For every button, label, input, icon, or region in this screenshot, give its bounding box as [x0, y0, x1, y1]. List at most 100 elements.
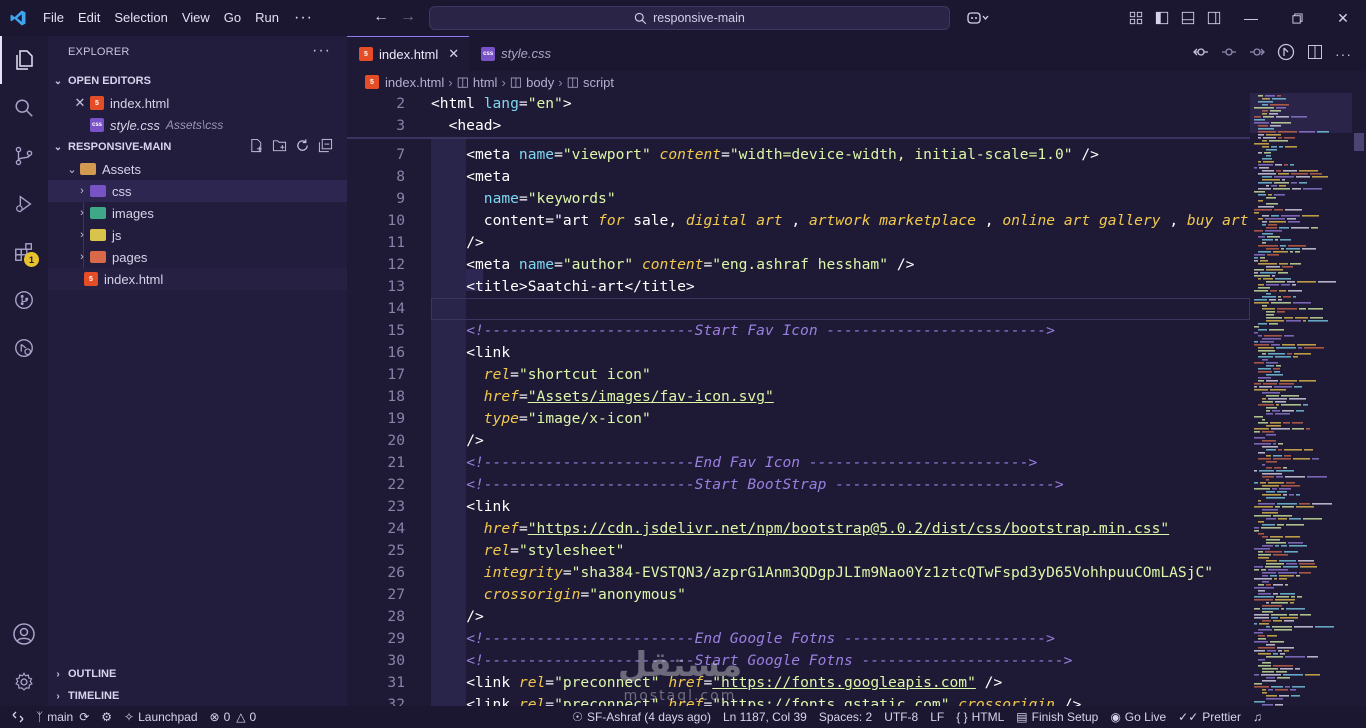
timeline-compare-icon[interactable]: [1221, 44, 1237, 63]
close-window-button[interactable]: ✕: [1320, 0, 1366, 36]
breadcrumb-item[interactable]: ◫ script: [567, 74, 614, 90]
breadcrumb-item[interactable]: ◫ html: [457, 74, 498, 90]
prettier-status[interactable]: ✓✓ Prettier: [1172, 706, 1247, 728]
new-folder-icon[interactable]: [272, 138, 287, 156]
menu-view[interactable]: View: [175, 0, 217, 36]
code-line[interactable]: 29 <!------------------------End Google F…: [347, 628, 1250, 650]
open-changes-icon[interactable]: [1193, 44, 1209, 63]
finish-setup-status[interactable]: ▤ Finish Setup: [1010, 706, 1104, 728]
restore-button[interactable]: [1274, 0, 1320, 36]
code-line[interactable]: 19 type="image/x-icon": [347, 408, 1250, 430]
menu-go[interactable]: Go: [217, 0, 248, 36]
code-line[interactable]: 15 <!------------------------Start Fav Ic…: [347, 320, 1250, 342]
customize-layout-icon[interactable]: [1122, 0, 1150, 36]
close-tab-icon[interactable]: ✕: [448, 46, 459, 62]
code-line[interactable]: 16 <link: [347, 342, 1250, 364]
code-line[interactable]: 21 <!------------------------End Fav Icon…: [347, 452, 1250, 474]
minimize-button[interactable]: —: [1228, 0, 1274, 36]
launchpad-status[interactable]: ✧ Launchpad: [118, 706, 203, 728]
language-mode[interactable]: { } HTML: [950, 706, 1010, 728]
back-arrow-icon[interactable]: ←: [373, 8, 389, 26]
run-debug-icon[interactable]: [0, 180, 48, 228]
code-line[interactable]: 8 <meta: [347, 166, 1250, 188]
menu-file[interactable]: File: [36, 0, 71, 36]
code-line[interactable]: 22 <!------------------------Start BootSt…: [347, 474, 1250, 496]
vertical-scrollbar[interactable]: [1352, 93, 1366, 706]
account-icon[interactable]: [0, 610, 48, 658]
command-center-search[interactable]: responsive-main: [429, 6, 950, 30]
explorer-more-actions-icon[interactable]: ···: [312, 42, 331, 60]
git-graph-icon[interactable]: [0, 276, 48, 324]
copilot-icon[interactable]: [960, 0, 996, 36]
outline-header[interactable]: › OUTLINE: [48, 663, 347, 685]
menu-more[interactable]: ···: [286, 0, 321, 36]
project-header[interactable]: ⌄ RESPONSIVE-MAIN: [48, 136, 347, 158]
tree-folder-images[interactable]: › images: [48, 202, 347, 224]
git-lens-icon[interactable]: [1277, 43, 1295, 64]
more-actions-icon[interactable]: ···: [1335, 46, 1352, 62]
collapse-all-icon[interactable]: [318, 138, 333, 156]
go-live-status[interactable]: ◉ Go Live: [1104, 706, 1172, 728]
open-editors-header[interactable]: ⌄ OPEN EDITORS: [48, 70, 347, 92]
timeline-header[interactable]: › TIMELINE: [48, 685, 347, 707]
code-line[interactable]: 3 <head>: [347, 115, 1250, 137]
code-line[interactable]: 27 crossorigin="anonymous": [347, 584, 1250, 606]
search-view-icon[interactable]: [0, 84, 48, 132]
code-line[interactable]: 17 rel="shortcut icon": [347, 364, 1250, 386]
code-line[interactable]: 12 <meta name="author" content="eng.ashra…: [347, 254, 1250, 276]
code-editor[interactable]: 2 <html lang="en"> 3 <head> 7 <meta name="vie…: [347, 93, 1250, 706]
menu-edit[interactable]: Edit: [71, 0, 107, 36]
tree-folder-pages[interactable]: › pages: [48, 246, 347, 268]
new-file-icon[interactable]: [249, 138, 264, 156]
forward-arrow-icon[interactable]: →: [400, 8, 416, 26]
cursor-position[interactable]: Ln 1187, Col 39: [717, 706, 813, 728]
code-line[interactable]: 2 <html lang="en">: [347, 93, 1250, 115]
tree-folder-assets[interactable]: ⌄ Assets: [48, 158, 347, 180]
tab-index-html[interactable]: 5 index.html ✕: [347, 36, 470, 71]
explorer-icon[interactable]: [0, 36, 48, 84]
code-line[interactable]: 30 <!------------------------Start Google…: [347, 650, 1250, 672]
settings-gear-icon[interactable]: [0, 658, 48, 706]
toggle-panel-icon[interactable]: [1174, 0, 1202, 36]
open-editor-item[interactable]: ✕ 5 index.html: [48, 92, 347, 114]
code-line[interactable]: 11 />: [347, 232, 1250, 254]
refresh-icon[interactable]: [295, 138, 310, 156]
code-line[interactable]: 18 href="Assets/images/fav-icon.svg": [347, 386, 1250, 408]
code-line[interactable]: 28 />: [347, 606, 1250, 628]
split-editor-icon[interactable]: [1307, 44, 1323, 63]
source-control-icon[interactable]: [0, 132, 48, 180]
open-editor-item[interactable]: css style.css Assets\css: [48, 114, 347, 136]
scrollbar-thumb[interactable]: [1354, 133, 1364, 151]
encoding-status[interactable]: UTF-8: [878, 706, 924, 728]
tab-style-css[interactable]: css style.css: [469, 36, 579, 71]
toggle-secondary-sidebar-icon[interactable]: [1200, 0, 1228, 36]
breadcrumb-item[interactable]: ◫ body: [510, 74, 555, 90]
notifications-status[interactable]: ♫: [1247, 706, 1268, 728]
eol-status[interactable]: LF: [924, 706, 950, 728]
code-line[interactable]: 23 <link: [347, 496, 1250, 518]
code-line[interactable]: 13 <title>Saatchi-art</title>: [347, 276, 1250, 298]
problems-status[interactable]: ⊗ 0 △ 0: [204, 706, 263, 728]
tree-folder-js[interactable]: › js: [48, 224, 347, 246]
tree-folder-css[interactable]: › css: [48, 180, 347, 202]
code-line[interactable]: 32 <link rel="preconnect" href="https://f…: [347, 694, 1250, 706]
extensions-icon[interactable]: 1: [0, 228, 48, 276]
code-line[interactable]: 25 rel="stylesheet": [347, 540, 1250, 562]
code-line[interactable]: 9 name="keywords": [347, 188, 1250, 210]
code-line[interactable]: 10 content="art for sale, digital art , a…: [347, 210, 1250, 232]
code-line[interactable]: 24 href="https://cdn.jsdelivr.net/npm/boo…: [347, 518, 1250, 540]
code-line[interactable]: 31 <link rel="preconnect" href="https://f…: [347, 672, 1250, 694]
menu-selection[interactable]: Selection: [107, 0, 174, 36]
remote-indicator[interactable]: [0, 706, 30, 728]
minimap[interactable]: [1250, 93, 1356, 706]
code-line[interactable]: 20 />: [347, 430, 1250, 452]
debug-status[interactable]: ⚙: [95, 706, 118, 728]
tree-file-index-html[interactable]: 5 index.html: [48, 268, 347, 290]
breadcrumb-item[interactable]: 5 index.html: [365, 75, 444, 90]
code-line[interactable]: 26 integrity="sha384-EVSTQN3/azprG1Anm3QD…: [347, 562, 1250, 584]
indentation-status[interactable]: Spaces: 2: [813, 706, 878, 728]
toggle-primary-sidebar-icon[interactable]: [1148, 0, 1176, 36]
git-blame-status[interactable]: ☉ SF-Ashraf (4 days ago): [566, 706, 717, 728]
menu-run[interactable]: Run: [248, 0, 286, 36]
remote-explorer-icon[interactable]: [0, 324, 48, 372]
